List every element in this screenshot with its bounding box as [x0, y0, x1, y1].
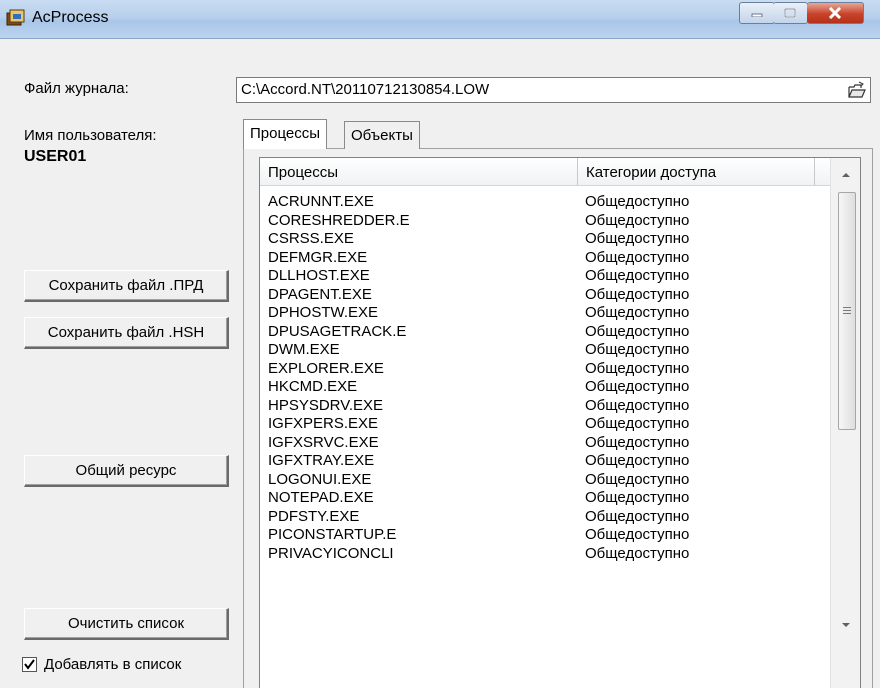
process-rows: ACRUNNT.EXE Общедоступно CORESHREDDER.E Общ…: [260, 193, 830, 563]
table-row[interactable]: PDFSTY.EXE Общедоступно: [260, 508, 830, 527]
table-row[interactable]: CSRSS.EXE Общедоступно: [260, 230, 830, 249]
process-name-cell: IGFXPERS.EXE: [268, 415, 379, 432]
acprocess-app-icon: [6, 9, 25, 26]
process-name-cell: CSRSS.EXE: [268, 230, 354, 247]
table-row[interactable]: EXPLORER.EXE Общедоступно: [260, 360, 830, 379]
access-category-cell: Общедоступно: [585, 526, 690, 543]
table-row[interactable]: HPSYSDRV.EXE Общедоступно: [260, 397, 830, 416]
access-category-cell: Общедоступно: [585, 248, 690, 266]
process-name-cell: LOGONUI.EXE: [268, 470, 372, 488]
column-header-access-category[interactable]: Категории доступа: [578, 158, 815, 185]
process-name-cell: PICONSTARTUP.E: [268, 526, 397, 543]
process-name-cell: HKCMD.EXE: [268, 378, 358, 395]
access-category-cell: Общедоступно: [585, 193, 690, 210]
tab-processes-label: Процессы: [250, 125, 321, 142]
access-category-cell: Общедоступно: [585, 452, 690, 469]
table-row[interactable]: PICONSTARTUP.E Общедоступно: [260, 526, 830, 545]
vertical-scrollbar[interactable]: [830, 158, 860, 688]
process-list[interactable]: Процессы Категории доступа ACRUNNT.EXE Об…: [259, 157, 861, 688]
process-name-cell: DPUSAGETRACK.E: [268, 322, 407, 340]
access-category-cell: Общедоступно: [585, 267, 690, 284]
process-name-cell: IGFXSRVC.EXE: [268, 433, 379, 451]
table-row[interactable]: DLLHOST.EXE Общедоступно: [260, 267, 830, 286]
scroll-up-arrow-icon[interactable]: [841, 170, 851, 180]
log-file-field[interactable]: C:\Accord.NT\20110712130854.LOW: [236, 77, 871, 103]
table-row[interactable]: DPUSAGETRACK.E Общедоступно: [260, 323, 830, 342]
table-row[interactable]: PRIVACYICONCLI Общедоступно: [260, 545, 830, 564]
maximize-button[interactable]: [773, 2, 808, 24]
table-row[interactable]: LOGONUI.EXE Общедоступно: [260, 471, 830, 490]
table-row[interactable]: NOTEPAD.EXE Общедоступно: [260, 489, 830, 508]
process-name-cell: DPHOSTW.EXE: [268, 304, 379, 321]
add-to-list-checkbox[interactable]: [22, 657, 37, 672]
log-file-path: C:\Accord.NT\20110712130854.LOW: [241, 81, 490, 98]
save-prd-button[interactable]: Сохранить файл .ПРД: [24, 270, 229, 302]
shared-resource-button[interactable]: Общий ресурс: [24, 455, 229, 487]
access-category-cell: Общедоступно: [585, 415, 690, 432]
access-category-cell: Общедоступно: [585, 322, 690, 340]
tab-objects-label: Объекты: [351, 127, 413, 144]
tab-objects[interactable]: Объекты: [344, 121, 420, 149]
close-button[interactable]: [807, 2, 864, 24]
scrollbar-thumb[interactable]: [838, 192, 856, 430]
list-header: Процессы Категории доступа: [260, 158, 830, 186]
minimize-icon: [751, 13, 763, 17]
clear-list-button[interactable]: Очистить список: [24, 608, 229, 640]
access-category-cell: Общедоступно: [585, 285, 690, 303]
access-category-cell: Общедоступно: [585, 230, 690, 247]
process-name-cell: DWM.EXE: [268, 341, 340, 358]
add-to-list-label: Добавлять в список: [44, 656, 182, 673]
save-hsh-button[interactable]: Сохранить файл .HSH: [24, 317, 229, 349]
access-category-cell: Общедоступно: [585, 378, 690, 395]
process-name-cell: ACRUNNT.EXE: [268, 193, 374, 210]
access-category-cell: Общедоступно: [585, 341, 690, 358]
process-name-cell: EXPLORER.EXE: [268, 359, 384, 377]
process-name-cell: CORESHREDDER.E: [268, 211, 410, 229]
scroll-down-arrow-icon[interactable]: [841, 620, 851, 630]
process-name-cell: PDFSTY.EXE: [268, 507, 360, 525]
access-category-cell: Общедоступно: [585, 396, 690, 414]
table-row[interactable]: DPAGENT.EXE Общедоступно: [260, 286, 830, 305]
access-category-cell: Общедоступно: [585, 304, 690, 321]
access-category-cell: Общедоступно: [585, 470, 690, 488]
access-category-cell: Общедоступно: [585, 211, 690, 229]
table-row[interactable]: DPHOSTW.EXE Общедоступно: [260, 304, 830, 323]
window-title: AcProcess: [32, 9, 109, 26]
process-name-cell: IGFXTRAY.EXE: [268, 452, 375, 469]
process-name-cell: HPSYSDRV.EXE: [268, 396, 384, 414]
access-category-cell: Общедоступно: [585, 544, 690, 562]
process-name-cell: DLLHOST.EXE: [268, 267, 370, 284]
access-category-cell: Общедоступно: [585, 489, 690, 506]
table-row[interactable]: DEFMGR.EXE Общедоступно: [260, 249, 830, 268]
table-row[interactable]: HKCMD.EXE Общедоступно: [260, 378, 830, 397]
open-folder-icon[interactable]: [848, 81, 866, 99]
table-row[interactable]: DWM.EXE Общедоступно: [260, 341, 830, 360]
table-row[interactable]: IGFXSRVC.EXE Общедоступно: [260, 434, 830, 453]
user-value: USER01: [24, 148, 87, 165]
checkmark-icon: [24, 659, 35, 670]
user-label: Имя пользователя:: [24, 127, 157, 144]
process-name-cell: PRIVACYICONCLI: [268, 544, 394, 562]
access-category-cell: Общедоступно: [585, 433, 690, 451]
process-name-cell: DPAGENT.EXE: [268, 285, 372, 303]
table-row[interactable]: IGFXPERS.EXE Общедоступно: [260, 415, 830, 434]
tab-processes[interactable]: Процессы: [243, 119, 328, 149]
log-file-label: Файл журнала:: [24, 80, 129, 97]
table-row[interactable]: ACRUNNT.EXE Общедоступно: [260, 193, 830, 212]
table-row[interactable]: IGFXTRAY.EXE Общедоступно: [260, 452, 830, 471]
column-header-processes[interactable]: Процессы: [260, 158, 578, 185]
maximize-icon: [784, 8, 796, 18]
access-category-cell: Общедоступно: [585, 507, 690, 525]
minimize-button[interactable]: [739, 2, 775, 24]
table-row[interactable]: CORESHREDDER.E Общедоступно: [260, 212, 830, 231]
access-category-cell: Общедоступно: [585, 359, 690, 377]
title-bar[interactable]: AcProcess: [0, 0, 880, 39]
process-name-cell: DEFMGR.EXE: [268, 248, 368, 266]
process-name-cell: NOTEPAD.EXE: [268, 489, 374, 506]
close-icon: [828, 7, 842, 19]
